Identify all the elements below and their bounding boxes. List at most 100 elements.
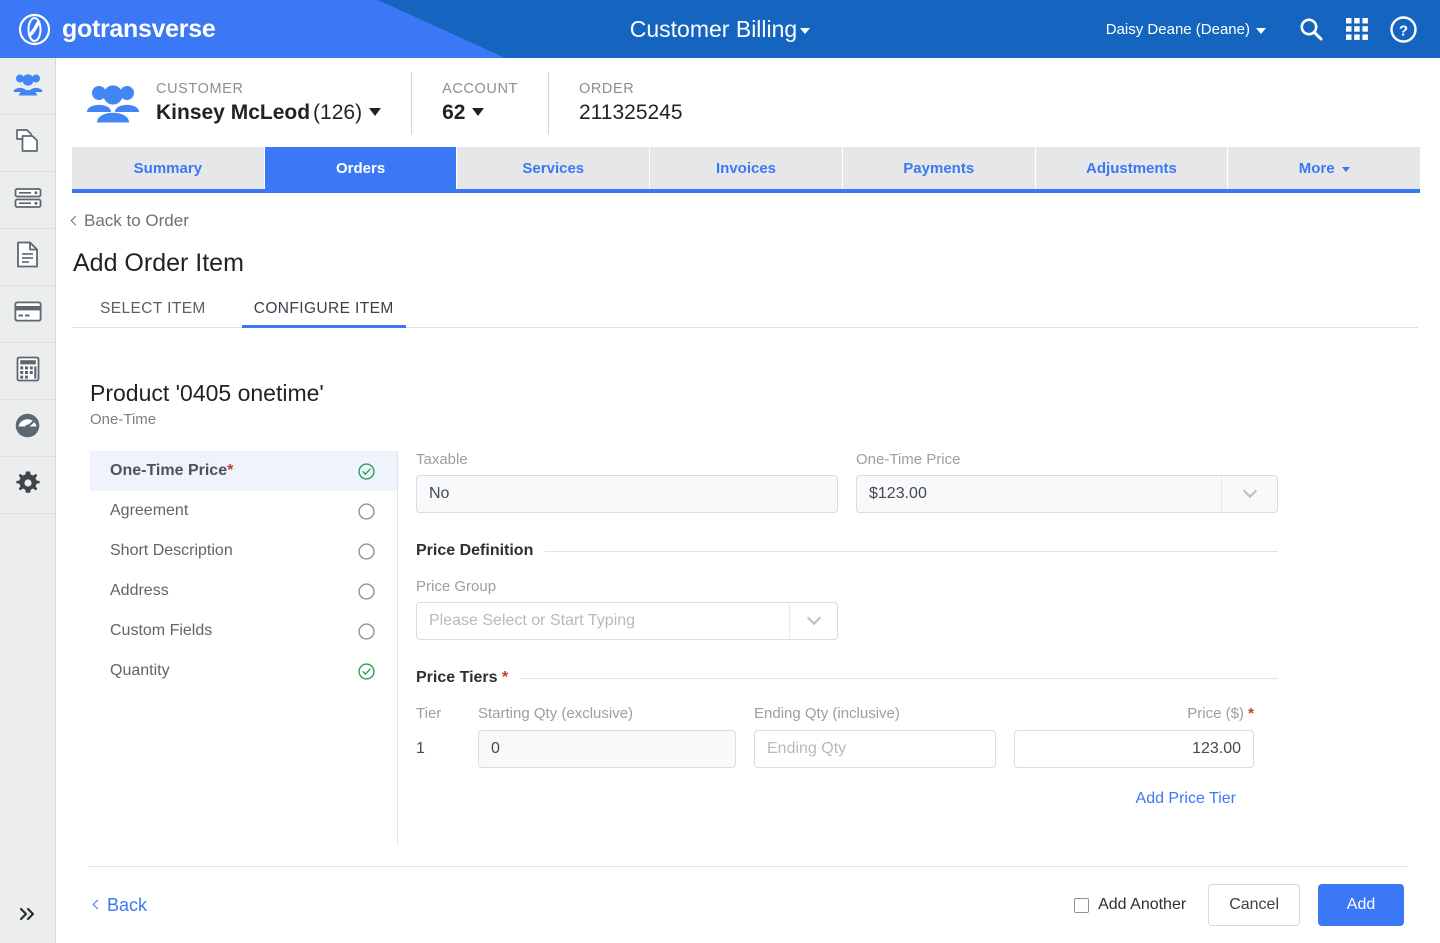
add-button[interactable]: Add	[1318, 884, 1404, 926]
add-another-label: Add Another	[1098, 896, 1187, 913]
page-content: Back to Order Add Order Item SELECT ITEM…	[56, 193, 1440, 846]
chevron-down-icon	[806, 610, 821, 626]
status-complete-check-icon	[358, 462, 375, 480]
price-definition-label: Price Definition	[416, 542, 534, 559]
chevron-left-icon	[92, 899, 103, 909]
config-item-label: Agreement	[110, 502, 189, 519]
apps-button[interactable]	[1334, 0, 1380, 58]
customer-label: CUSTOMER	[156, 80, 244, 97]
sidebar-item-calculator[interactable]	[0, 343, 55, 400]
servers-stack-icon	[14, 187, 42, 214]
config-form: Taxable No One-Time Price $123.00 Price …	[398, 451, 1420, 846]
calculator-icon	[16, 356, 40, 387]
svg-text:?: ?	[1398, 22, 1407, 39]
taxable-value: No	[416, 475, 838, 513]
back-to-order-link[interactable]: Back to Order	[70, 211, 189, 231]
search-icon	[1298, 16, 1324, 42]
sidebar-item-settings[interactable]	[0, 457, 55, 514]
context-bar: CUSTOMER Kinsey McLeod (126) ACCOUNT 62 …	[56, 58, 1440, 147]
app-title-dropdown[interactable]: Customer Billing	[630, 16, 811, 43]
tab-adjustments[interactable]: Adjustments	[1035, 147, 1229, 189]
chevron-down-icon	[1341, 167, 1350, 172]
subtab-select-item[interactable]: SELECT ITEM	[88, 300, 218, 327]
help-button[interactable]: ?	[1380, 0, 1426, 58]
sidebar-item-dashboard[interactable]	[0, 400, 55, 457]
tab-invoices[interactable]: Invoices	[650, 147, 843, 189]
col-header-ending-qty: Ending Qty (inclusive)	[754, 705, 900, 722]
back-button[interactable]: Back	[92, 895, 147, 916]
order-value: 211325245	[578, 100, 683, 124]
add-price-tier-row: Add Price Tier	[416, 790, 1236, 808]
footer-actions: Add Another Cancel Add	[1074, 884, 1404, 926]
subtab-configure-item[interactable]: CONFIGURE ITEM	[241, 300, 406, 328]
section-divider	[545, 550, 1278, 552]
back-to-order-label: Back to Order	[84, 211, 189, 230]
add-price-tier-link[interactable]: Add Price Tier	[1136, 790, 1236, 807]
add-another-checkbox-wrap[interactable]: Add Another	[1074, 896, 1186, 914]
wizard-subtabs: SELECT ITEM CONFIGURE ITEM	[72, 292, 1418, 328]
footer-left: Back	[92, 895, 147, 916]
search-button[interactable]	[1288, 0, 1334, 58]
tab-label: Services	[522, 159, 585, 177]
help-circle-icon: ?	[1389, 15, 1417, 43]
price-definition-heading: Price Definition	[416, 542, 1278, 560]
one-time-price-field: One-Time Price $123.00	[856, 451, 1278, 513]
context-divider	[411, 71, 413, 134]
gear-icon	[15, 470, 41, 501]
one-time-price-select[interactable]: $123.00	[856, 475, 1278, 513]
price-group-select[interactable]: Please Select or Start Typing	[416, 602, 838, 640]
left-sidebar-rail	[0, 58, 56, 943]
tab-payments[interactable]: Payments	[842, 147, 1036, 189]
required-asterisk: *	[502, 669, 509, 686]
price-tiers-header-row: Tier Starting Qty (exclusive) Ending Qty…	[416, 705, 1420, 722]
config-item-quantity[interactable]: Quantity	[90, 651, 397, 691]
price-tiers-heading: Price Tiers *	[416, 669, 1278, 687]
config-item-custom-fields[interactable]: Custom Fields	[90, 611, 397, 651]
one-time-price-dropdown-toggle[interactable]	[1221, 476, 1277, 512]
sidebar-item-documents[interactable]	[0, 229, 55, 286]
chevron-down-icon	[800, 28, 811, 34]
required-asterisk: *	[227, 462, 234, 479]
config-item-one-time-price[interactable]: One-Time Price*	[90, 451, 397, 491]
tab-label: Payments	[903, 159, 975, 177]
sidebar-item-products[interactable]	[0, 115, 55, 172]
sidebar-item-customers[interactable]	[0, 58, 55, 115]
config-item-agreement[interactable]: Agreement	[90, 491, 397, 531]
sidebar-item-servers[interactable]	[0, 172, 55, 229]
order-value-wrap: 211325245	[579, 101, 683, 125]
customer-block: CUSTOMER Kinsey McLeod (126)	[156, 80, 382, 125]
top-header-bar: gotransverse Customer Billing Daisy Dean…	[0, 0, 1440, 58]
user-menu[interactable]: Daisy Deane (Deane)	[1106, 21, 1266, 38]
starting-qty-input[interactable]: 0	[478, 730, 736, 768]
config-item-address[interactable]: Address	[90, 571, 397, 611]
tab-more[interactable]: More	[1228, 147, 1421, 189]
ending-qty-cell: Ending Qty	[754, 730, 996, 768]
price-tiers-text: Price Tiers	[416, 669, 498, 686]
product-subtitle: One-Time	[90, 411, 157, 428]
customer-id: (126)	[313, 100, 363, 124]
document-icon	[16, 241, 39, 273]
config-item-short-description[interactable]: Short Description	[90, 531, 397, 571]
sidebar-item-billing[interactable]	[0, 286, 55, 343]
config-item-label: Address	[110, 582, 169, 599]
gauge-dashboard-icon	[14, 412, 41, 444]
price-group-dropdown-toggle[interactable]	[789, 603, 837, 639]
order-block: ORDER 211325245	[579, 81, 683, 125]
taxable-label: Taxable	[416, 451, 468, 468]
tab-orders[interactable]: Orders	[264, 147, 458, 189]
tab-services[interactable]: Services	[457, 147, 651, 189]
col-header-starting-qty: Starting Qty (exclusive)	[478, 705, 634, 722]
config-item-label: Short Description	[110, 542, 233, 559]
tab-summary[interactable]: Summary	[72, 147, 265, 189]
brand-logo-link[interactable]: gotransverse	[18, 0, 216, 58]
add-another-checkbox[interactable]	[1074, 897, 1090, 913]
gotransverse-logo-icon	[18, 13, 51, 46]
account-dropdown-caret-icon[interactable]	[472, 107, 485, 116]
sidebar-expand-button[interactable]	[0, 890, 55, 943]
ending-qty-input[interactable]: Ending Qty	[754, 730, 996, 768]
price-input[interactable]: 123.00	[1014, 730, 1254, 768]
customer-dropdown-caret-icon[interactable]	[369, 107, 382, 116]
taxable-field: Taxable No	[416, 451, 838, 513]
apps-grid-icon	[1345, 17, 1369, 41]
cancel-button[interactable]: Cancel	[1208, 884, 1300, 926]
